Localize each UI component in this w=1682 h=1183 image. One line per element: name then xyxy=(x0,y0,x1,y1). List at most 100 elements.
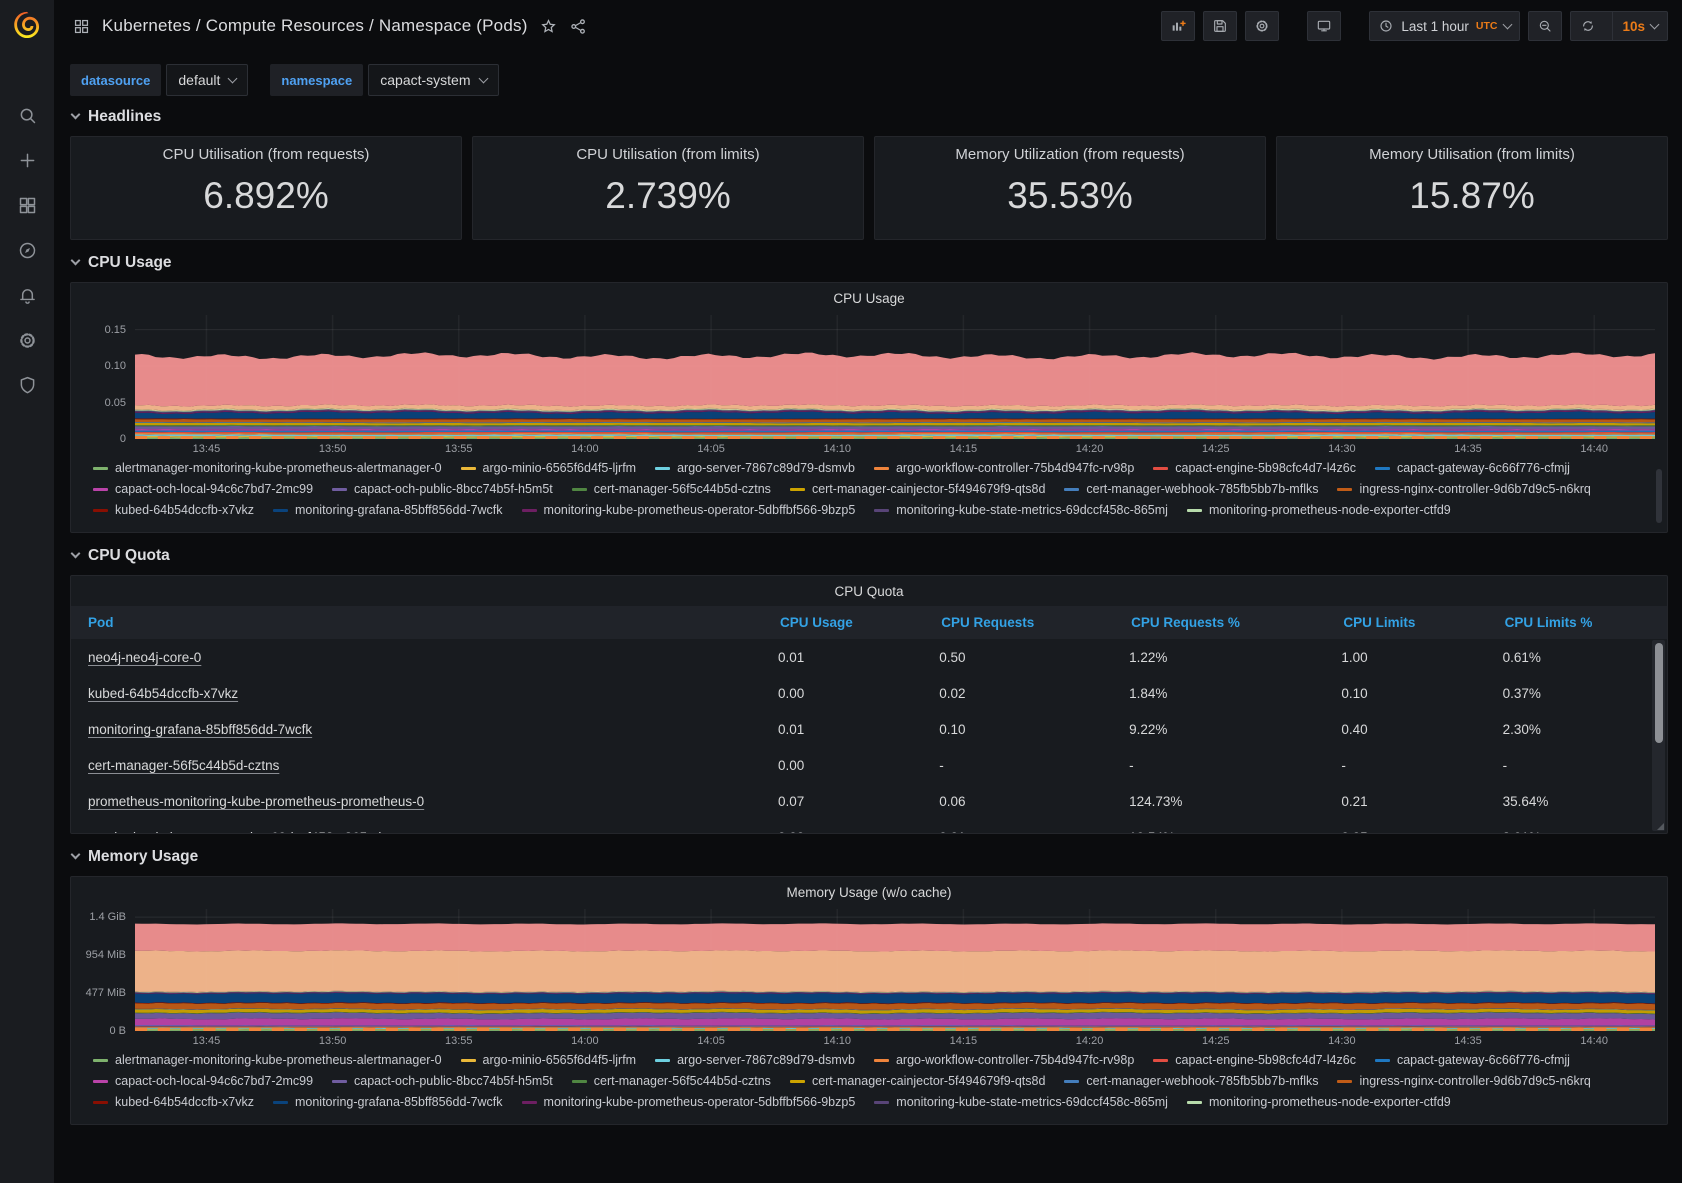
legend-item[interactable]: monitoring-grafana-85bff856dd-7wcfk xyxy=(273,1095,503,1109)
grafana-app: Kubernetes / Compute Resources / Namespa… xyxy=(0,0,1682,1183)
legend-item[interactable]: cert-manager-56f5c44b5d-cztns xyxy=(572,1074,771,1088)
alerting-bell-icon[interactable] xyxy=(0,273,54,318)
section-cpu-usage[interactable]: CPU Usage xyxy=(72,254,1668,272)
column-header-cpu-usage[interactable]: CPU Usage xyxy=(778,615,939,630)
legend-scrollbar[interactable] xyxy=(1656,469,1662,523)
cpu-usage-chart[interactable] xyxy=(135,315,1655,439)
stat-panel-cpu-requests: CPU Utilisation (from requests) 6.892% xyxy=(70,136,462,240)
series-area xyxy=(135,950,1655,992)
legend-item[interactable]: cert-manager-cainjector-5f494679f9-qts8d xyxy=(790,482,1045,496)
star-icon[interactable] xyxy=(539,17,558,36)
panel-title[interactable]: Memory Usage (w/o cache) xyxy=(71,877,1667,907)
section-cpu-quota[interactable]: CPU Quota xyxy=(72,547,1668,565)
legend-item[interactable]: capact-och-local-94c6c7bd7-2mc99 xyxy=(93,1074,313,1088)
legend-item[interactable]: cert-manager-webhook-785fb5bb7b-mflks xyxy=(1064,1074,1318,1088)
dashboards-icon[interactable] xyxy=(0,183,54,228)
pod-link[interactable]: kubed-64b54dccfb-x7vkz xyxy=(88,686,238,701)
legend-item[interactable]: capact-och-public-8bcc74b5f-h5m5t xyxy=(332,482,553,496)
legend-series-name: cert-manager-webhook-785fb5bb7b-mflks xyxy=(1086,1074,1318,1088)
legend-item[interactable]: capact-och-local-94c6c7bd7-2mc99 xyxy=(93,482,313,496)
legend-item[interactable]: ingress-nginx-controller-9d6b7d9c5-n6krq xyxy=(1337,1074,1590,1088)
legend-item[interactable]: argo-workflow-controller-75b4d947fc-rv98… xyxy=(874,1053,1134,1067)
zoom-out-button[interactable] xyxy=(1528,11,1562,41)
legend-series-name: alertmanager-monitoring-kube-prometheus-… xyxy=(115,1053,442,1067)
legend-item[interactable]: kubed-64b54dccfb-x7vkz xyxy=(93,1095,254,1109)
legend-item[interactable]: monitoring-prometheus-node-exporter-ctfd… xyxy=(1187,1095,1451,1109)
legend-item[interactable]: monitoring-grafana-85bff856dd-7wcfk xyxy=(273,503,503,517)
chevron-down-icon xyxy=(478,73,488,83)
legend-series-color xyxy=(1187,509,1202,512)
legend-item[interactable]: capact-engine-5b98cfc4d7-l4z6c xyxy=(1153,461,1356,475)
refresh-interval-label: 10s xyxy=(1622,19,1645,34)
value-cell: 0.21 xyxy=(1341,794,1502,809)
legend-item[interactable]: cert-manager-cainjector-5f494679f9-qts8d xyxy=(790,1074,1045,1088)
legend-series-name: capact-gateway-6c66f776-cfmjj xyxy=(1397,1053,1570,1067)
pod-link[interactable]: prometheus-monitoring-kube-prometheus-pr… xyxy=(88,794,424,809)
panel-title[interactable]: CPU Quota xyxy=(71,576,1667,606)
memory-usage-chart[interactable] xyxy=(135,909,1655,1031)
legend-item[interactable]: cert-manager-webhook-785fb5bb7b-mflks xyxy=(1064,482,1318,496)
stat-panel-title[interactable]: CPU Utilisation (from requests) xyxy=(71,146,461,163)
y-tick-label: 0 B xyxy=(109,1025,126,1037)
stat-panel-title[interactable]: Memory Utilization (from requests) xyxy=(875,146,1265,163)
time-range-picker[interactable]: Last 1 hour UTC xyxy=(1369,11,1520,41)
explore-compass-icon[interactable] xyxy=(0,228,54,273)
column-header-pod[interactable]: Pod xyxy=(71,615,778,630)
legend-series-name: monitoring-kube-state-metrics-69dccf458c… xyxy=(896,503,1168,517)
configuration-gear-icon[interactable] xyxy=(0,318,54,363)
legend-series-color xyxy=(522,1101,537,1104)
pod-link[interactable]: cert-manager-56f5c44b5d-cztns xyxy=(88,758,279,773)
save-dashboard-button[interactable] xyxy=(1203,11,1237,41)
legend-item[interactable]: capact-engine-5b98cfc4d7-l4z6c xyxy=(1153,1053,1356,1067)
plus-icon[interactable] xyxy=(0,138,54,183)
legend-item[interactable]: cert-manager-56f5c44b5d-cztns xyxy=(572,482,771,496)
legend-item[interactable]: monitoring-kube-state-metrics-69dccf458c… xyxy=(874,503,1168,517)
grafana-logo[interactable] xyxy=(10,9,44,43)
series-area xyxy=(135,419,1655,422)
share-icon[interactable] xyxy=(569,17,588,36)
legend-item[interactable]: alertmanager-monitoring-kube-prometheus-… xyxy=(93,1053,442,1067)
legend-item[interactable]: capact-gateway-6c66f776-cfmjj xyxy=(1375,461,1570,475)
admin-shield-icon[interactable] xyxy=(0,363,54,408)
search-icon[interactable] xyxy=(0,93,54,138)
legend-item[interactable]: capact-och-public-8bcc74b5f-h5m5t xyxy=(332,1074,553,1088)
dashboard-settings-button[interactable] xyxy=(1245,11,1279,41)
stat-panel-title[interactable]: Memory Utilisation (from limits) xyxy=(1277,146,1667,163)
legend-item[interactable]: ingress-nginx-controller-9d6b7d9c5-n6krq xyxy=(1337,482,1590,496)
datasource-select[interactable]: default xyxy=(166,64,248,96)
panel-resize-handle[interactable] xyxy=(1657,823,1664,830)
pod-link[interactable]: monitoring-grafana-85bff856dd-7wcfk xyxy=(88,722,312,737)
column-header-cpu-requests-[interactable]: CPU Requests % xyxy=(1129,615,1341,630)
legend-item[interactable]: alertmanager-monitoring-kube-prometheus-… xyxy=(93,461,442,475)
legend-item[interactable]: argo-minio-6565f6d4f5-ljrfm xyxy=(461,1053,637,1067)
section-headlines[interactable]: Headlines xyxy=(72,108,1668,126)
value-cell: 0.00 xyxy=(778,686,939,701)
stat-panel-title[interactable]: CPU Utilisation (from limits) xyxy=(473,146,863,163)
panel-title[interactable]: CPU Usage xyxy=(71,283,1667,313)
scrollbar-thumb[interactable] xyxy=(1655,643,1663,743)
refresh-icon xyxy=(1580,18,1596,34)
legend-item[interactable]: monitoring-prometheus-node-exporter-ctfd… xyxy=(1187,503,1451,517)
pod-link[interactable]: monitoring-kube-state-metrics-69dccf458c… xyxy=(88,830,381,835)
refresh-interval-picker[interactable]: 10s xyxy=(1612,12,1667,40)
stat-panel-cpu-limits: CPU Utilisation (from limits) 2.739% xyxy=(472,136,864,240)
section-memory-usage[interactable]: Memory Usage xyxy=(72,848,1668,866)
column-header-cpu-limits[interactable]: CPU Limits xyxy=(1341,615,1502,630)
legend-item[interactable]: argo-minio-6565f6d4f5-ljrfm xyxy=(461,461,637,475)
refresh-button[interactable] xyxy=(1571,12,1605,40)
namespace-select[interactable]: capact-system xyxy=(368,64,498,96)
legend-item[interactable]: argo-workflow-controller-75b4d947fc-rv98… xyxy=(874,461,1134,475)
legend-item[interactable]: argo-server-7867c89d79-dsmvb xyxy=(655,1053,855,1067)
kiosk-mode-button[interactable] xyxy=(1307,11,1341,41)
legend-item[interactable]: argo-server-7867c89d79-dsmvb xyxy=(655,461,855,475)
add-panel-button[interactable] xyxy=(1161,11,1195,41)
legend-item[interactable]: capact-gateway-6c66f776-cfmjj xyxy=(1375,1053,1570,1067)
column-header-cpu-requests[interactable]: CPU Requests xyxy=(939,615,1129,630)
column-header-cpu-limits-[interactable]: CPU Limits % xyxy=(1503,615,1667,630)
pod-link[interactable]: neo4j-neo4j-core-0 xyxy=(88,650,201,665)
legend-item[interactable]: kubed-64b54dccfb-x7vkz xyxy=(93,503,254,517)
legend-item[interactable]: monitoring-kube-state-metrics-69dccf458c… xyxy=(874,1095,1168,1109)
legend-item[interactable]: monitoring-kube-prometheus-operator-5dbf… xyxy=(522,503,856,517)
variable-datasource: datasource default xyxy=(70,64,248,96)
legend-item[interactable]: monitoring-kube-prometheus-operator-5dbf… xyxy=(522,1095,856,1109)
